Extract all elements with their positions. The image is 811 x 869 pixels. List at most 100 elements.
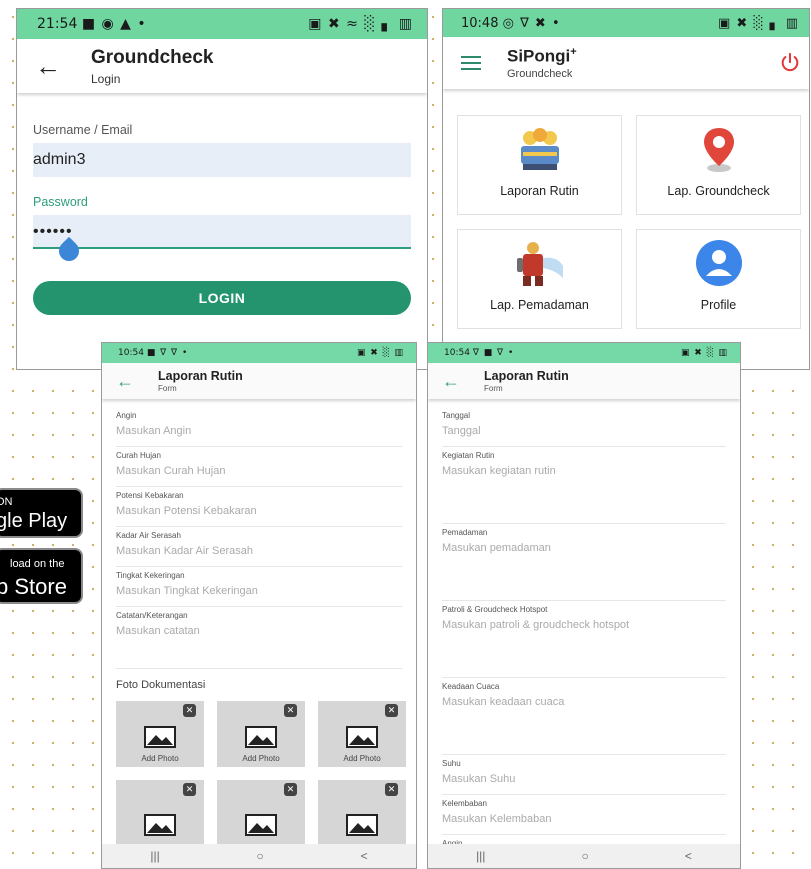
status-left: 10:48 ◎ ∇ ✖ • (461, 16, 561, 31)
field-input[interactable]: Tanggal (442, 420, 726, 442)
app-title-sup: + (570, 45, 577, 58)
photo-slot[interactable]: ✕ Add Photo (318, 701, 406, 767)
user-profile-icon (695, 240, 742, 286)
username-label: Username / Email (33, 123, 133, 137)
login-screen: 21:54 ■ ◉ ▲ • ▣ ✖ ≈ ░ ▖ ▥ ← Groundcheck … (16, 8, 428, 370)
system-nav-bar: ||| ○ < (428, 844, 740, 868)
back-arrow-icon[interactable]: ← (35, 51, 91, 82)
status-bar: 10:54 ∇ ■ ∇ • ▣ ✖ ░ ▥ (428, 343, 740, 363)
back-arrow-icon[interactable]: ← (116, 371, 158, 392)
field-input[interactable]: Masukan Suhu (442, 768, 726, 790)
field-label: Kadar Air Serasah (116, 531, 181, 540)
app-store-badge[interactable]: load on the p Store (0, 548, 83, 604)
back-arrow-icon[interactable]: ← (442, 371, 484, 392)
field-label: Patroli & Groudcheck Hotspot (442, 605, 548, 614)
login-form: Username / Email admin3 Password •••••• … (17, 93, 427, 315)
photo-slot[interactable]: ✕ (116, 780, 204, 846)
tile-lap-pemadaman[interactable]: Lap. Pemadaman (457, 229, 622, 329)
photo-slot[interactable]: ✕ (318, 780, 406, 846)
form-field-curah-hujan[interactable]: Curah Hujan Masukan Curah Hujan (116, 447, 402, 487)
page-subtitle: Form (158, 384, 177, 393)
notification-icons: ■ ∇ ∇ • (146, 348, 189, 358)
field-label: Angin (116, 411, 137, 420)
back-button[interactable]: < (361, 849, 368, 863)
field-label: Catatan/Keterangan (116, 611, 188, 620)
workers-icon (520, 128, 559, 170)
tile-laporan-rutin[interactable]: Laporan Rutin (457, 115, 622, 215)
photo-slot[interactable]: ✕ (217, 780, 305, 846)
report-form: Tanggal Tanggal Kegiatan Rutin Masukan k… (428, 399, 740, 868)
status-time: 10:54 (118, 348, 144, 358)
system-nav-bar: ||| ○ < (102, 844, 416, 868)
form-field-angin[interactable]: Angin Masukan Angin (116, 407, 402, 447)
form-field-patroli-groudcheck[interactable]: Patroli & Groudcheck Hotspot Masukan pat… (442, 601, 726, 678)
field-input[interactable]: Masukan Kadar Air Serasah (116, 540, 402, 562)
remove-photo-icon[interactable]: ✕ (284, 704, 297, 717)
form-field-tingkat-kekeringan[interactable]: Tingkat Kekeringan Masukan Tingkat Keker… (116, 567, 402, 607)
remove-photo-icon[interactable]: ✕ (183, 704, 196, 717)
field-input[interactable]: Masukan catatan (116, 620, 402, 642)
login-button[interactable]: LOGIN (33, 281, 411, 315)
photo-slot[interactable]: ✕ Add Photo (217, 701, 305, 767)
remove-photo-icon[interactable]: ✕ (284, 783, 297, 796)
field-label: Keadaan Cuaca (442, 682, 500, 691)
field-input[interactable]: Masukan Angin (116, 420, 402, 442)
form-field-kelembaban[interactable]: Kelembaban Masukan Kelembaban (442, 795, 726, 835)
form-field-kadar-air-serasah[interactable]: Kadar Air Serasah Masukan Kadar Air Sera… (116, 527, 402, 567)
app-bar: ← Laporan Rutin Form (102, 363, 416, 399)
home-button[interactable]: ○ (257, 849, 264, 863)
field-input[interactable]: Masukan keadaan cuaca (442, 691, 726, 713)
tile-lap-groundcheck[interactable]: Lap. Groundcheck (636, 115, 801, 215)
field-label: Pemadaman (442, 528, 488, 537)
foto-dokumentasi-title: Foto Dokumentasi (116, 679, 206, 691)
remove-photo-icon[interactable]: ✕ (183, 783, 196, 796)
field-input[interactable]: Masukan pemadaman (442, 537, 726, 559)
menu-grid: Laporan Rutin Lap. Groundcheck Lap. Pema… (443, 89, 809, 329)
image-placeholder-icon (245, 726, 277, 748)
form-field-tanggal[interactable]: Tanggal Tanggal (442, 407, 726, 447)
field-input[interactable]: Masukan Potensi Kebakaran (116, 500, 402, 522)
remove-photo-icon[interactable]: ✕ (385, 783, 398, 796)
back-button[interactable]: < (685, 849, 692, 863)
location-pin-icon (703, 128, 734, 172)
form-field-keadaan-cuaca[interactable]: Keadaan Cuaca Masukan keadaan cuaca (442, 678, 726, 755)
status-bar: 10:48 ◎ ∇ ✖ • ▣ ✖ ░ ▖ ▥ (443, 9, 809, 37)
status-bar: 10:54 ■ ∇ ∇ • ▣ ✖ ░ ▥ (102, 343, 416, 363)
add-photo-label: Add Photo (141, 754, 179, 763)
tile-label: Lap. Groundcheck (667, 184, 770, 198)
field-input[interactable]: Masukan Tingkat Kekeringan (116, 580, 402, 602)
page-title: Laporan Rutin (484, 369, 569, 383)
photo-slot[interactable]: ✕ Add Photo (116, 701, 204, 767)
add-photo-label: Add Photo (343, 754, 381, 763)
tile-label: Laporan Rutin (500, 184, 579, 198)
form-field-kegiatan-rutin[interactable]: Kegiatan Rutin Masukan kegiatan rutin (442, 447, 726, 524)
laporan-form-screen-2: 10:54 ∇ ■ ∇ • ▣ ✖ ░ ▥ ← Laporan Rutin Fo… (427, 342, 741, 869)
form-field-catatan[interactable]: Catatan/Keterangan Masukan catatan (116, 607, 402, 669)
tile-profile[interactable]: Profile (636, 229, 801, 329)
field-input[interactable]: Masukan patroli & groudcheck hotspot (442, 614, 726, 636)
app-bar: ← Groundcheck Login (17, 39, 427, 93)
image-placeholder-icon (346, 726, 378, 748)
field-input[interactable]: Masukan kegiatan rutin (442, 460, 726, 482)
system-status-icons: ▣ ✖ ░ ▥ (680, 348, 728, 358)
password-field[interactable]: •••••• (33, 215, 411, 249)
field-input[interactable]: Masukan Kelembaban (442, 808, 726, 830)
power-icon[interactable] (779, 52, 801, 74)
remove-photo-icon[interactable]: ✕ (385, 704, 398, 717)
hamburger-menu-icon[interactable] (461, 56, 481, 70)
google-play-badge[interactable]: ON gle Play (0, 488, 83, 538)
recent-apps-button[interactable]: ||| (150, 849, 159, 863)
form-field-potensi-kebakaran[interactable]: Potensi Kebakaran Masukan Potensi Kebaka… (116, 487, 402, 527)
app-bar: SiPongi+ Groundcheck (443, 37, 809, 89)
field-input[interactable]: Masukan Curah Hujan (116, 460, 402, 482)
username-field[interactable]: admin3 (33, 143, 411, 177)
form-field-pemadaman[interactable]: Pemadaman Masukan pemadaman (442, 524, 726, 601)
home-button[interactable]: ○ (582, 849, 589, 863)
field-label: Tingkat Kekeringan (116, 571, 185, 580)
image-placeholder-icon (144, 726, 176, 748)
form-field-suhu[interactable]: Suhu Masukan Suhu (442, 755, 726, 795)
notification-icons: ∇ ■ ∇ • (472, 348, 515, 358)
tile-label: Lap. Pemadaman (490, 298, 589, 312)
recent-apps-button[interactable]: ||| (476, 849, 485, 863)
image-placeholder-icon (346, 814, 378, 836)
